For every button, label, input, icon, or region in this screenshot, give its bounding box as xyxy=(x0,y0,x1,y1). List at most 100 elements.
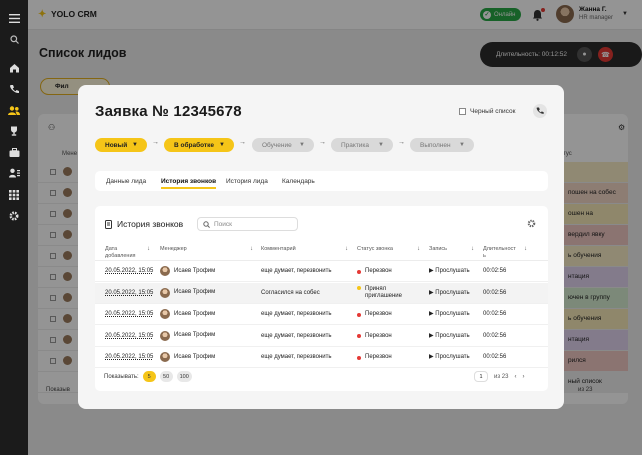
current-page-input[interactable]: 1 xyxy=(474,371,488,382)
sort-down-icon[interactable]: ↓ xyxy=(250,246,253,252)
header-status[interactable]: Статус звонка xyxy=(357,246,393,253)
document-icon xyxy=(105,219,112,229)
call-duration-cell: 00:02:56 xyxy=(483,289,507,296)
trophy-icon[interactable] xyxy=(7,125,21,137)
status-dot xyxy=(357,355,361,360)
page-size-option[interactable]: 50 xyxy=(159,371,173,382)
call-status: Принял приглашение xyxy=(357,285,409,300)
arrow-right-icon: → xyxy=(319,139,326,146)
manager-name: Исаев Трофим xyxy=(174,332,216,338)
sort-down-icon[interactable]: ↓ xyxy=(471,246,474,252)
call-history-title-text: История звонков xyxy=(117,219,184,229)
manager-name: Исаев Трофим xyxy=(174,267,216,274)
sort-down-icon[interactable]: ↓ xyxy=(147,246,150,252)
chevron-down-icon: ▼ xyxy=(132,142,138,148)
blacklist-label: Черный список xyxy=(470,108,516,115)
page-size-option[interactable]: 5 xyxy=(142,371,156,382)
play-record-button[interactable]: ▶ Прослушать xyxy=(429,311,470,318)
call-status: Перезвон xyxy=(357,311,392,318)
table-row[interactable]: 20.05.2022, 15:05 Исаев Трофим еще думает,… xyxy=(95,304,548,325)
chevron-down-icon: ▼ xyxy=(459,142,465,148)
call-date: 20.05.2022, 15:05 xyxy=(105,268,154,274)
search-input[interactable]: Поиск xyxy=(197,217,298,231)
stage-new[interactable]: Новый ▼ xyxy=(95,138,147,152)
search-icon xyxy=(203,220,210,228)
call-button[interactable] xyxy=(533,104,547,118)
user-list-icon[interactable] xyxy=(7,167,21,179)
call-manager: Исаев Трофим xyxy=(160,287,216,298)
stage-label: В обработке xyxy=(174,141,214,149)
settings-icon[interactable] xyxy=(527,219,536,228)
call-manager: Исаев Трофим xyxy=(160,266,215,276)
play-record-button[interactable]: ▶ Прослушать xyxy=(429,354,470,361)
call-status: Перезвон xyxy=(357,268,392,275)
play-record-button[interactable]: ▶ Прослушать xyxy=(429,268,470,275)
search-placeholder: Поиск xyxy=(214,220,233,228)
manager-name: Исаев Трофим xyxy=(174,289,216,295)
home-icon[interactable] xyxy=(7,62,21,74)
sort-down-icon[interactable]: ↓ xyxy=(345,246,348,252)
play-label: Прослушать xyxy=(435,311,470,317)
status-label: Перезвон xyxy=(365,268,392,274)
play-record-button[interactable]: ▶ Прослушать xyxy=(429,333,470,340)
call-duration-cell: 00:02:56 xyxy=(483,332,507,339)
settings-icon[interactable] xyxy=(7,210,21,222)
page-size-selector: Показывать: 5 50 100 xyxy=(104,371,192,382)
stage-completed[interactable]: Выполнен ▼ xyxy=(410,138,474,152)
header-comment[interactable]: Комментарий xyxy=(261,246,296,253)
call-history-card: История звонков Поиск Дата добавления ↓ … xyxy=(95,206,548,391)
stage-practice[interactable]: Практика ▼ xyxy=(331,138,393,152)
manager-name: Исаев Трофим xyxy=(174,310,216,317)
search-icon[interactable] xyxy=(7,33,21,45)
tab-calendar[interactable]: Календарь xyxy=(282,178,315,185)
checkbox-icon xyxy=(459,108,466,115)
play-record-button[interactable]: ▶ Прослушать xyxy=(429,290,470,297)
status-label: Перезвон xyxy=(365,354,392,360)
play-label: Прослушать xyxy=(435,354,470,360)
modal-tabs: Данные лида История звонков История лида… xyxy=(95,171,548,191)
users-icon[interactable] xyxy=(7,104,21,116)
menu-icon[interactable] xyxy=(7,12,21,24)
play-label: Прослушать xyxy=(435,289,470,296)
phone-icon[interactable] xyxy=(7,83,21,95)
table-row[interactable]: 20.05.2022, 15:05 Исаев Трофим еще думает,… xyxy=(95,261,548,282)
header-manager[interactable]: Менеджер xyxy=(160,246,187,253)
table-row[interactable]: 20.05.2022, 15:05 Исаев Трофим еще думает,… xyxy=(95,326,548,347)
lead-modal: Заявка № 12345678 Черный список Новый ▼ →… xyxy=(78,85,564,409)
chevron-down-icon: ▼ xyxy=(299,142,305,148)
phone-icon xyxy=(536,107,544,114)
chevron-left-icon[interactable]: ‹ xyxy=(514,374,516,380)
header-duration[interactable]: Длительность xyxy=(483,246,517,260)
blacklist-checkbox[interactable]: Черный список xyxy=(459,108,515,115)
sort-down-icon[interactable]: ↓ xyxy=(524,246,527,252)
app: ✦ YOLO CRM ✓ Онлайн Жанна Г. HR manager … xyxy=(0,0,642,455)
call-date: 20.05.2022, 15:05 xyxy=(105,289,154,296)
show-label: Показывать: xyxy=(104,373,139,380)
table-row[interactable]: 20.05.2022, 15:05 Исаев Трофим Согласился … xyxy=(95,282,548,304)
stage-training[interactable]: Обучение ▼ xyxy=(252,138,314,152)
chevron-down-icon: ▼ xyxy=(378,142,384,148)
pagination: 1 из 23 ‹ › xyxy=(474,371,524,382)
stage-processing[interactable]: В обработке ▼ xyxy=(164,138,234,152)
status-label: Перезвон xyxy=(365,332,392,339)
header-record[interactable]: Запись xyxy=(429,246,447,253)
stage-label: Новый xyxy=(105,141,128,149)
tab-lead-data[interactable]: Данные лида xyxy=(106,178,146,185)
stage-label: Практика xyxy=(341,141,370,149)
avatar xyxy=(160,287,170,298)
sort-down-icon[interactable]: ↓ xyxy=(417,246,420,252)
tab-call-history[interactable]: История звонков xyxy=(161,178,217,189)
chevron-right-icon[interactable]: › xyxy=(522,374,524,380)
tab-lead-history[interactable]: История лида xyxy=(226,178,268,185)
briefcase-icon[interactable] xyxy=(7,146,21,158)
table-row[interactable]: 20.05.2022, 15:05 Исаев Трофим еще думает,… xyxy=(95,347,548,368)
avatar xyxy=(160,266,170,276)
call-manager: Исаев Трофим xyxy=(160,352,215,362)
call-status: Перезвон xyxy=(357,354,392,361)
grid-icon[interactable] xyxy=(7,189,21,201)
header-date[interactable]: Дата добавления xyxy=(105,246,143,260)
call-comment: еще думает, перезвонить xyxy=(261,311,332,317)
page-size-option[interactable]: 100 xyxy=(176,371,192,382)
play-label: Прослушать xyxy=(435,332,470,339)
stage-label: Выполнен xyxy=(420,141,451,149)
